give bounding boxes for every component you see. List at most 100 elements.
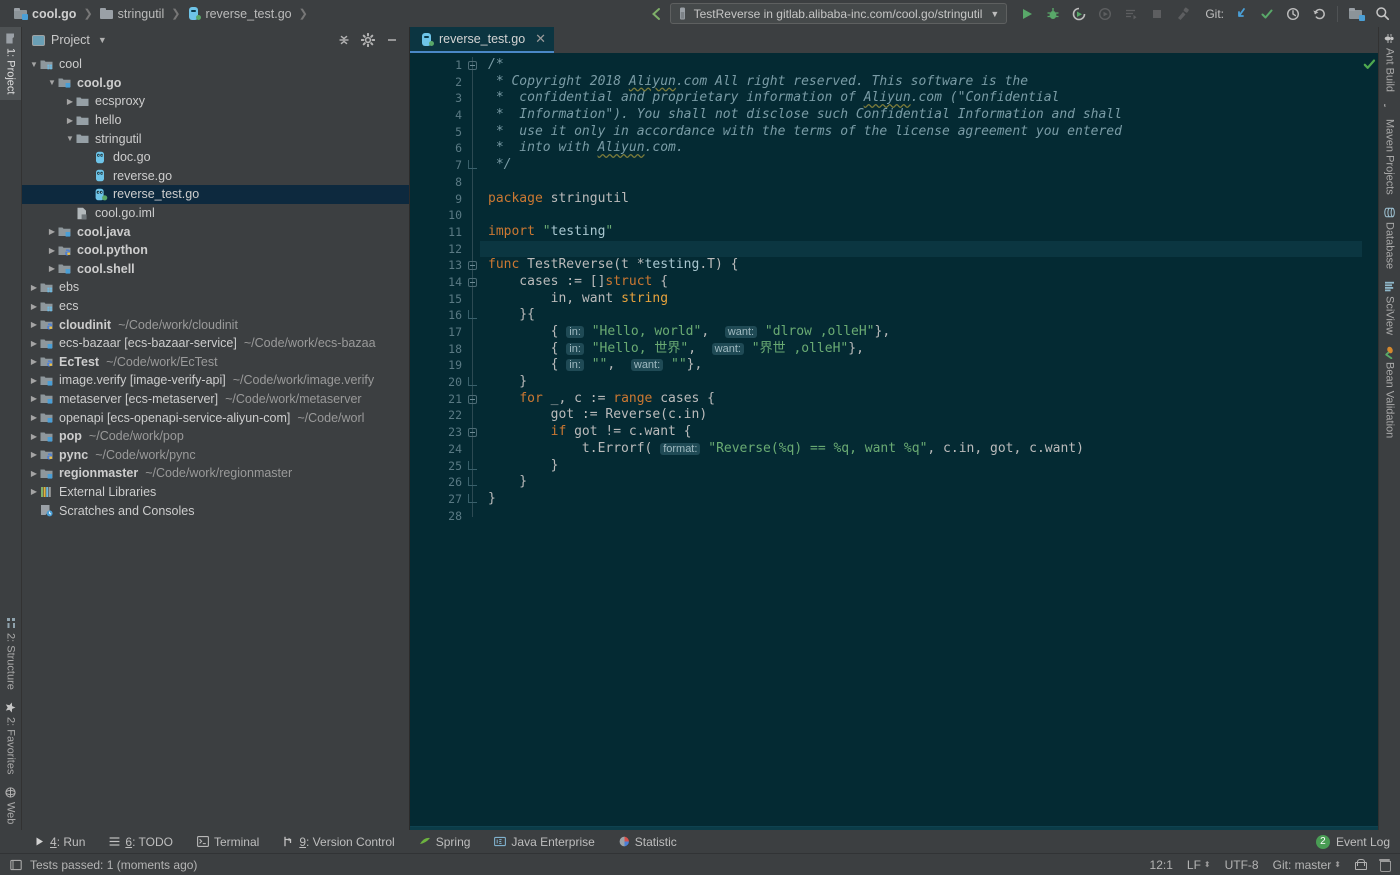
sidebar-item-ant-build[interactable]: Ant Build bbox=[1379, 27, 1400, 98]
code-line[interactable]: } bbox=[480, 474, 1362, 491]
project-tree[interactable]: cool cool.go ecsproxy hello stringutil doc.go… bbox=[22, 53, 409, 830]
build-icon[interactable] bbox=[1171, 2, 1195, 26]
code-line[interactable]: } bbox=[480, 374, 1362, 391]
tree-item-stringutil[interactable]: stringutil bbox=[22, 129, 409, 148]
code-line[interactable]: import "testing" bbox=[480, 224, 1362, 241]
tree-item-image-verify-image-verify-api[interactable]: image.verify [image-verify-api] ~/Code/wo… bbox=[22, 371, 409, 390]
event-log-label[interactable]: Event Log bbox=[1336, 835, 1390, 849]
tool-window-todo[interactable]: 6: TODO bbox=[97, 830, 185, 853]
sidebar-item-structure[interactable]: 2: Structure bbox=[0, 612, 21, 696]
update-project-icon[interactable] bbox=[1229, 2, 1253, 26]
chevron-down-icon[interactable] bbox=[64, 134, 76, 143]
history-icon[interactable] bbox=[1281, 2, 1305, 26]
code-line[interactable] bbox=[480, 240, 1362, 258]
code-line[interactable] bbox=[480, 508, 1362, 525]
code-content[interactable]: /* * Copyright 2018 Aliyun.com All right… bbox=[480, 53, 1362, 826]
profile-icon[interactable] bbox=[1093, 2, 1117, 26]
code-line[interactable]: cases := []struct { bbox=[480, 274, 1362, 291]
tool-window-statistic[interactable]: Statistic bbox=[607, 830, 689, 853]
code-line[interactable]: * into with Aliyun.com. bbox=[480, 140, 1362, 157]
tool-window-spring[interactable]: Spring bbox=[407, 830, 483, 853]
chevron-right-icon[interactable] bbox=[28, 469, 40, 478]
code-line[interactable]: * Information"). You shall not disclose … bbox=[480, 107, 1362, 124]
tool-window-terminal[interactable]: Terminal bbox=[185, 830, 271, 853]
tree-item-ecs-bazaar-ecs-bazaar-service[interactable]: ecs-bazaar [ecs-bazaar-service] ~/Code/wo… bbox=[22, 334, 409, 353]
run-icon[interactable] bbox=[1015, 2, 1039, 26]
code-line[interactable]: t.Errorf( format: "Reverse(%q) == %q, wa… bbox=[480, 441, 1362, 458]
hide-icon[interactable] bbox=[381, 29, 403, 51]
fold-collapse-icon[interactable] bbox=[468, 394, 477, 404]
line-number-gutter[interactable]: 123456789❯❯10111213▶14151617181920212223… bbox=[410, 53, 478, 826]
chevron-right-icon[interactable] bbox=[28, 432, 40, 441]
fold-collapse-icon[interactable] bbox=[468, 61, 477, 70]
tree-item-ebs[interactable]: ebs bbox=[22, 278, 409, 297]
tool-window-run[interactable]: 4: Run bbox=[22, 830, 97, 853]
code-line[interactable]: /* bbox=[480, 57, 1362, 74]
encoding-selector[interactable]: UTF-8 bbox=[1225, 858, 1259, 872]
code-line[interactable]: package stringutil bbox=[480, 191, 1362, 208]
tree-item-doc-go[interactable]: doc.go bbox=[22, 148, 409, 167]
code-line[interactable]: */ bbox=[480, 157, 1362, 174]
tree-item-reverse-go[interactable]: reverse.go bbox=[22, 167, 409, 186]
sidebar-item-favorites[interactable]: 2: Favorites bbox=[0, 696, 21, 780]
tree-item-scratches-and-consoles[interactable]: Scratches and Consoles bbox=[22, 501, 409, 520]
sidebar-item-bean-validation[interactable]: Bean Validation bbox=[1379, 341, 1400, 444]
code-line[interactable]: for _, c := range cases { bbox=[480, 391, 1362, 408]
tree-item-openapi-ecs-openapi-service-aliyun-com[interactable]: openapi [ecs-openapi-service-aliyun-com]… bbox=[22, 408, 409, 427]
code-line[interactable]: } bbox=[480, 491, 1362, 508]
code-line[interactable]: }{ bbox=[480, 307, 1362, 324]
tree-item-cool-go-iml[interactable]: cool.go.iml bbox=[22, 204, 409, 223]
run-configuration-selector[interactable]: TestReverse in gitlab.alibaba-inc.com/co… bbox=[669, 3, 1008, 24]
sidebar-item-maven-projects[interactable]: m Maven Projects bbox=[1379, 98, 1400, 201]
inspection-ok-icon[interactable] bbox=[1363, 58, 1376, 71]
fold-end-icon[interactable] bbox=[468, 310, 477, 320]
breadcrumb-item-package[interactable]: stringutil bbox=[99, 7, 164, 21]
chevron-right-icon[interactable] bbox=[46, 227, 58, 236]
code-line[interactable]: * use it only in accordance with the ter… bbox=[480, 124, 1362, 141]
chevron-right-icon[interactable] bbox=[28, 357, 40, 366]
back-arrow-icon[interactable] bbox=[644, 2, 668, 26]
caret-position[interactable]: 12:1 bbox=[1150, 858, 1173, 872]
tree-item-ecs[interactable]: ecs bbox=[22, 297, 409, 316]
fold-end-icon[interactable] bbox=[468, 477, 477, 487]
chevron-right-icon[interactable] bbox=[28, 339, 40, 348]
code-line[interactable]: in, want string bbox=[480, 291, 1362, 308]
chevron-down-icon[interactable]: ▼ bbox=[98, 35, 107, 45]
tree-item-cool-java[interactable]: cool.java bbox=[22, 222, 409, 241]
code-line[interactable]: { in: "", want: ""}, bbox=[480, 357, 1362, 374]
tree-item-pop[interactable]: pop ~/Code/work/pop bbox=[22, 427, 409, 446]
code-line[interactable]: if got != c.want { bbox=[480, 424, 1362, 441]
tree-item-cool-shell[interactable]: cool.shell bbox=[22, 260, 409, 279]
tool-window-version-control[interactable]: 9: Version Control bbox=[271, 830, 406, 853]
tree-item-pync[interactable]: pync ~/Code/work/pync bbox=[22, 445, 409, 464]
chevron-right-icon[interactable] bbox=[28, 487, 40, 496]
gear-icon[interactable] bbox=[357, 29, 379, 51]
open-project-icon[interactable] bbox=[1344, 2, 1368, 26]
debug-icon[interactable] bbox=[1041, 2, 1065, 26]
sidebar-item-web[interactable]: Web bbox=[0, 781, 21, 830]
tree-item-regionmaster[interactable]: regionmaster ~/Code/work/regionmaster bbox=[22, 464, 409, 483]
status-message[interactable]: Tests passed: 1 (moments ago) bbox=[30, 858, 197, 872]
stop-icon[interactable] bbox=[1145, 2, 1169, 26]
tree-item-hello[interactable]: hello bbox=[22, 111, 409, 130]
fold-collapse-icon[interactable] bbox=[468, 277, 477, 287]
trash-icon[interactable] bbox=[1379, 858, 1391, 872]
chevron-down-icon[interactable] bbox=[28, 60, 40, 69]
rerun-tests-icon[interactable] bbox=[1119, 2, 1143, 26]
fold-collapse-icon[interactable] bbox=[468, 428, 477, 438]
code-editor[interactable]: 123456789❯❯10111213▶14151617181920212223… bbox=[410, 53, 1378, 826]
fold-end-icon[interactable] bbox=[468, 460, 477, 470]
code-line[interactable]: { in: "Hello, 世界", want: "界世 ,olleH"}, bbox=[480, 341, 1362, 358]
code-line[interactable]: * Copyright 2018 Aliyun.com All right re… bbox=[480, 74, 1362, 91]
tree-item-metaserver-ecs-metaserver[interactable]: metaserver [ecs-metaserver] ~/Code/work/m… bbox=[22, 390, 409, 409]
sidebar-item-project[interactable]: 1: Project bbox=[0, 27, 21, 101]
unlocked-icon[interactable] bbox=[1355, 859, 1367, 870]
search-icon[interactable] bbox=[1370, 2, 1394, 26]
code-line[interactable] bbox=[480, 207, 1362, 224]
code-line[interactable]: * confidential and proprietary informati… bbox=[480, 90, 1362, 107]
sidebar-item-database[interactable]: Database bbox=[1379, 201, 1400, 275]
chevron-right-icon[interactable] bbox=[64, 116, 76, 125]
rollback-icon[interactable] bbox=[1307, 2, 1331, 26]
chevron-right-icon[interactable] bbox=[28, 394, 40, 403]
code-line[interactable]: { in: "Hello, world", want: "dlrow ,olle… bbox=[480, 324, 1362, 341]
